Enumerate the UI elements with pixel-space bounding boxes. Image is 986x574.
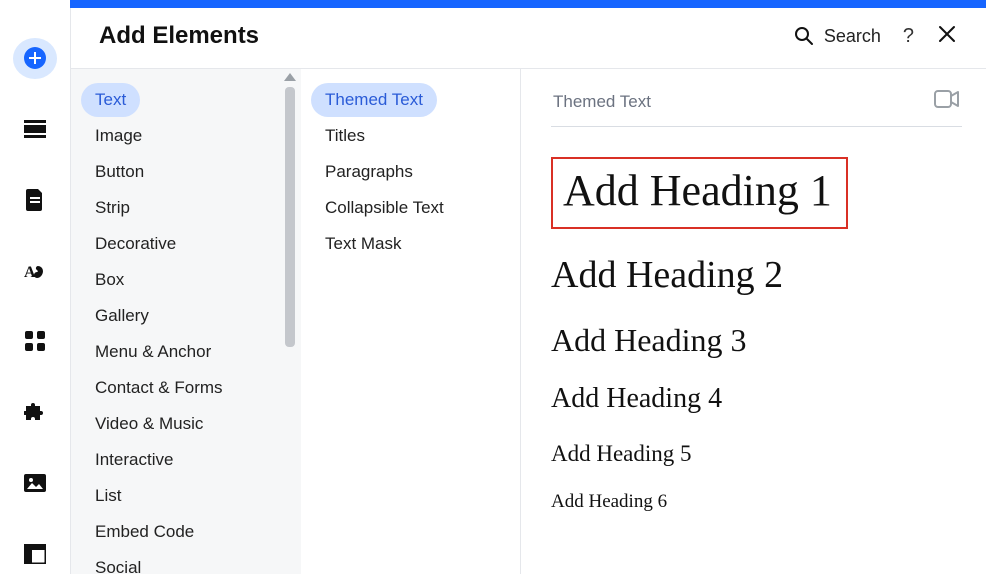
preview-section-title: Themed Text [553,92,651,112]
heading-sample-h5[interactable]: Add Heading 5 [551,441,692,466]
panel-header: Add Elements Search ? [71,8,986,69]
apps-grid-icon [25,331,45,351]
svg-text:A: A [24,264,36,281]
category-item-gallery[interactable]: Gallery [81,299,163,333]
puzzle-icon [24,401,46,423]
category-item-interactive[interactable]: Interactive [81,443,187,477]
layout-icon [24,544,46,564]
category-item-box[interactable]: Box [81,263,138,297]
image-icon [24,474,46,492]
category-item-menu-anchor[interactable]: Menu & Anchor [81,335,225,369]
heading-sample-h6[interactable]: Add Heading 6 [551,492,667,513]
page-icon [26,189,44,211]
rail-button-layout[interactable] [13,533,57,574]
add-elements-rail-button[interactable] [13,38,57,79]
category-item-decorative[interactable]: Decorative [81,227,190,261]
category-item-video-music[interactable]: Video & Music [81,407,217,441]
heading-sample-h4[interactable]: Add Heading 4 [551,384,722,415]
search-icon [794,26,814,46]
scroll-thumb[interactable] [285,87,295,347]
category-column: Text Image Button Strip Decorative Box G… [71,69,301,574]
close-button[interactable] [936,23,958,50]
category-item-text[interactable]: Text [81,83,140,117]
heading-sample-h1[interactable]: Add Heading 1 [551,157,848,229]
subcategory-item-themed-text[interactable]: Themed Text [311,83,437,117]
heading-sample-h3[interactable]: Add Heading 3 [551,323,747,358]
category-item-embed-code[interactable]: Embed Code [81,515,208,549]
subcategory-item-paragraphs[interactable]: Paragraphs [311,155,427,189]
category-item-list[interactable]: List [81,479,135,513]
search-label: Search [824,26,881,47]
category-item-social[interactable]: Social [81,551,155,574]
category-scrollbar[interactable] [283,69,297,574]
scroll-up-arrow-icon [284,73,296,81]
video-help-button[interactable] [934,89,960,114]
subcategory-column: Themed Text Titles Paragraphs Collapsibl… [301,69,521,574]
subcategory-item-text-mask[interactable]: Text Mask [311,227,416,261]
plus-icon [24,47,46,69]
close-icon [938,25,956,43]
subcategory-item-titles[interactable]: Titles [311,119,379,153]
search-button[interactable]: Search [794,26,881,47]
category-item-button[interactable]: Button [81,155,158,189]
rail-button-media[interactable] [13,463,57,504]
section-icon [24,120,46,138]
rail-button-design[interactable]: A [13,250,57,291]
top-accent-bar [70,0,986,8]
rail-button-section[interactable] [13,109,57,150]
add-elements-panel: Add Elements Search ? [70,8,986,574]
heading-sample-h2[interactable]: Add Heading 2 [551,255,783,297]
rail-button-plugins[interactable] [13,392,57,433]
panel-title: Add Elements [99,22,259,50]
category-item-strip[interactable]: Strip [81,191,144,225]
preview-column: Themed Text Add Heading 1 Add Heading 2 … [521,69,986,574]
video-camera-icon [934,89,960,109]
left-icon-rail: A [0,8,70,574]
design-icon: A [24,260,46,282]
rail-button-apps[interactable] [13,321,57,362]
rail-button-pages[interactable] [13,180,57,221]
category-item-contact-forms[interactable]: Contact & Forms [81,371,237,405]
subcategory-item-collapsible-text[interactable]: Collapsible Text [311,191,458,225]
help-button[interactable]: ? [903,25,914,48]
category-item-image[interactable]: Image [81,119,156,153]
